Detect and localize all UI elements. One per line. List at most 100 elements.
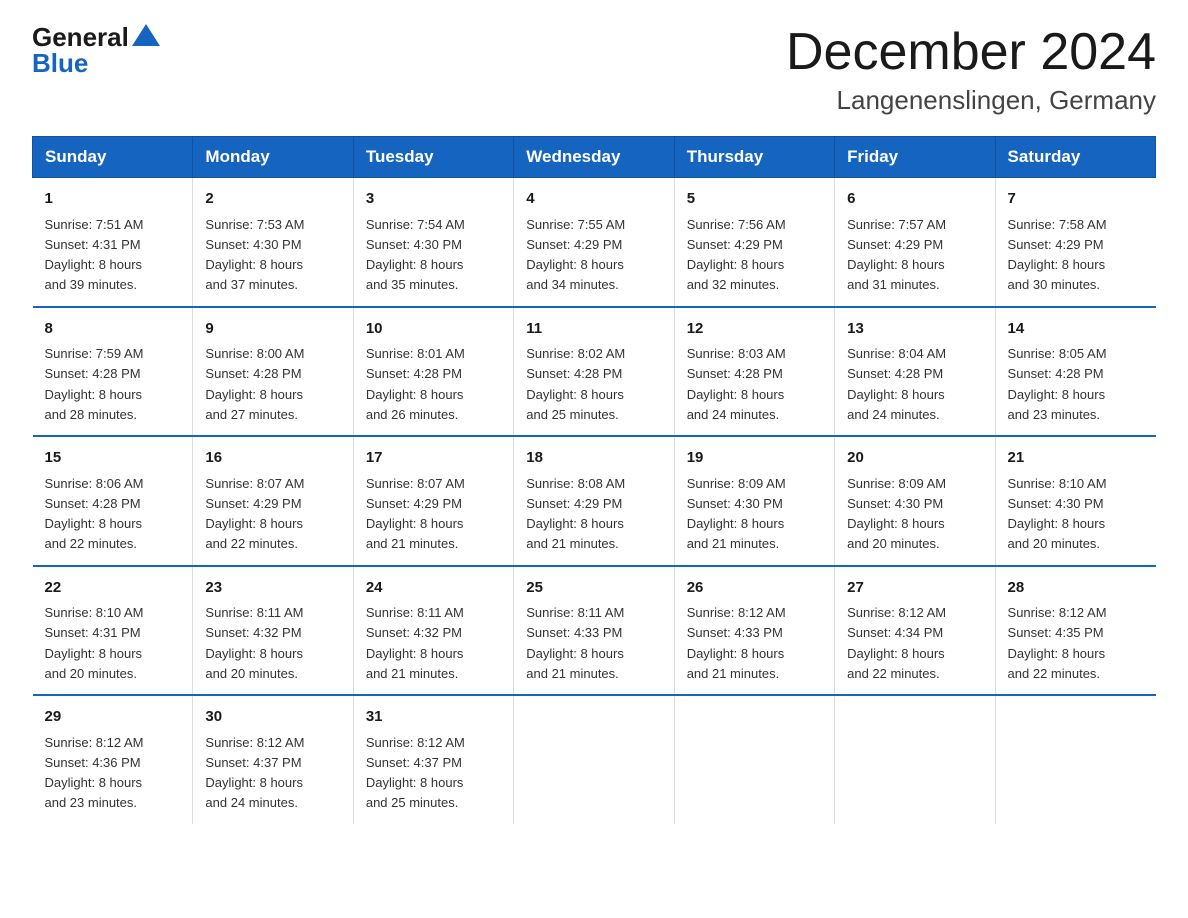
col-header-friday: Friday — [835, 137, 995, 178]
calendar-cell: 11 Sunrise: 8:02 AMSunset: 4:28 PMDaylig… — [514, 307, 674, 437]
calendar-cell: 23 Sunrise: 8:11 AMSunset: 4:32 PMDaylig… — [193, 566, 353, 696]
day-number: 27 — [847, 577, 982, 600]
day-info: Sunrise: 8:01 AMSunset: 4:28 PMDaylight:… — [366, 346, 465, 422]
day-number: 2 — [205, 188, 340, 211]
day-info: Sunrise: 8:11 AMSunset: 4:32 PMDaylight:… — [366, 605, 464, 681]
calendar-cell: 6 Sunrise: 7:57 AMSunset: 4:29 PMDayligh… — [835, 178, 995, 307]
day-number: 31 — [366, 706, 501, 729]
logo-blue: Blue — [32, 50, 160, 76]
calendar-week-row: 29 Sunrise: 8:12 AMSunset: 4:36 PMDaylig… — [33, 695, 1156, 824]
day-number: 25 — [526, 577, 661, 600]
day-number: 10 — [366, 318, 501, 341]
day-number: 18 — [526, 447, 661, 470]
calendar-week-row: 8 Sunrise: 7:59 AMSunset: 4:28 PMDayligh… — [33, 307, 1156, 437]
calendar-cell: 4 Sunrise: 7:55 AMSunset: 4:29 PMDayligh… — [514, 178, 674, 307]
calendar-cell: 19 Sunrise: 8:09 AMSunset: 4:30 PMDaylig… — [674, 436, 834, 566]
day-info: Sunrise: 8:03 AMSunset: 4:28 PMDaylight:… — [687, 346, 786, 422]
calendar-cell: 31 Sunrise: 8:12 AMSunset: 4:37 PMDaylig… — [353, 695, 513, 824]
day-number: 7 — [1008, 188, 1144, 211]
page-title: December 2024 — [786, 24, 1156, 81]
day-info: Sunrise: 8:12 AMSunset: 4:36 PMDaylight:… — [45, 735, 144, 811]
day-number: 11 — [526, 318, 661, 341]
calendar-cell: 9 Sunrise: 8:00 AMSunset: 4:28 PMDayligh… — [193, 307, 353, 437]
col-header-saturday: Saturday — [995, 137, 1155, 178]
day-number: 12 — [687, 318, 822, 341]
day-number: 24 — [366, 577, 501, 600]
day-info: Sunrise: 7:54 AMSunset: 4:30 PMDaylight:… — [366, 217, 465, 293]
day-number: 1 — [45, 188, 181, 211]
day-info: Sunrise: 8:11 AMSunset: 4:33 PMDaylight:… — [526, 605, 624, 681]
calendar-week-row: 1 Sunrise: 7:51 AMSunset: 4:31 PMDayligh… — [33, 178, 1156, 307]
day-number: 19 — [687, 447, 822, 470]
day-info: Sunrise: 7:58 AMSunset: 4:29 PMDaylight:… — [1008, 217, 1107, 293]
calendar-cell: 18 Sunrise: 8:08 AMSunset: 4:29 PMDaylig… — [514, 436, 674, 566]
calendar-cell: 12 Sunrise: 8:03 AMSunset: 4:28 PMDaylig… — [674, 307, 834, 437]
day-number: 21 — [1008, 447, 1144, 470]
day-info: Sunrise: 8:10 AMSunset: 4:30 PMDaylight:… — [1008, 476, 1107, 552]
day-number: 30 — [205, 706, 340, 729]
calendar-cell — [674, 695, 834, 824]
day-number: 22 — [45, 577, 181, 600]
col-header-monday: Monday — [193, 137, 353, 178]
day-number: 29 — [45, 706, 181, 729]
day-number: 16 — [205, 447, 340, 470]
calendar-cell: 7 Sunrise: 7:58 AMSunset: 4:29 PMDayligh… — [995, 178, 1155, 307]
logo-triangle-icon — [132, 24, 160, 46]
calendar-cell: 2 Sunrise: 7:53 AMSunset: 4:30 PMDayligh… — [193, 178, 353, 307]
day-info: Sunrise: 8:12 AMSunset: 4:33 PMDaylight:… — [687, 605, 786, 681]
calendar-cell: 1 Sunrise: 7:51 AMSunset: 4:31 PMDayligh… — [33, 178, 193, 307]
day-number: 8 — [45, 318, 181, 341]
day-info: Sunrise: 8:06 AMSunset: 4:28 PMDaylight:… — [45, 476, 144, 552]
calendar-cell: 24 Sunrise: 8:11 AMSunset: 4:32 PMDaylig… — [353, 566, 513, 696]
calendar-week-row: 22 Sunrise: 8:10 AMSunset: 4:31 PMDaylig… — [33, 566, 1156, 696]
day-info: Sunrise: 8:11 AMSunset: 4:32 PMDaylight:… — [205, 605, 303, 681]
calendar-cell: 25 Sunrise: 8:11 AMSunset: 4:33 PMDaylig… — [514, 566, 674, 696]
day-number: 15 — [45, 447, 181, 470]
calendar-table: SundayMondayTuesdayWednesdayThursdayFrid… — [32, 136, 1156, 824]
calendar-cell — [514, 695, 674, 824]
day-number: 4 — [526, 188, 661, 211]
logo-general: General — [32, 24, 129, 50]
day-info: Sunrise: 7:55 AMSunset: 4:29 PMDaylight:… — [526, 217, 625, 293]
calendar-cell: 21 Sunrise: 8:10 AMSunset: 4:30 PMDaylig… — [995, 436, 1155, 566]
day-info: Sunrise: 8:08 AMSunset: 4:29 PMDaylight:… — [526, 476, 625, 552]
day-number: 13 — [847, 318, 982, 341]
col-header-wednesday: Wednesday — [514, 137, 674, 178]
col-header-sunday: Sunday — [33, 137, 193, 178]
day-number: 20 — [847, 447, 982, 470]
day-number: 17 — [366, 447, 501, 470]
day-info: Sunrise: 8:05 AMSunset: 4:28 PMDaylight:… — [1008, 346, 1107, 422]
col-header-tuesday: Tuesday — [353, 137, 513, 178]
day-info: Sunrise: 8:12 AMSunset: 4:35 PMDaylight:… — [1008, 605, 1107, 681]
day-info: Sunrise: 8:09 AMSunset: 4:30 PMDaylight:… — [847, 476, 946, 552]
day-info: Sunrise: 8:07 AMSunset: 4:29 PMDaylight:… — [366, 476, 465, 552]
day-info: Sunrise: 8:12 AMSunset: 4:34 PMDaylight:… — [847, 605, 946, 681]
day-number: 14 — [1008, 318, 1144, 341]
calendar-cell: 22 Sunrise: 8:10 AMSunset: 4:31 PMDaylig… — [33, 566, 193, 696]
day-number: 26 — [687, 577, 822, 600]
title-block: December 2024 Langenenslingen, Germany — [786, 24, 1156, 116]
calendar-cell: 26 Sunrise: 8:12 AMSunset: 4:33 PMDaylig… — [674, 566, 834, 696]
calendar-cell: 16 Sunrise: 8:07 AMSunset: 4:29 PMDaylig… — [193, 436, 353, 566]
calendar-cell: 5 Sunrise: 7:56 AMSunset: 4:29 PMDayligh… — [674, 178, 834, 307]
day-info: Sunrise: 7:57 AMSunset: 4:29 PMDaylight:… — [847, 217, 946, 293]
day-info: Sunrise: 8:00 AMSunset: 4:28 PMDaylight:… — [205, 346, 304, 422]
day-info: Sunrise: 7:56 AMSunset: 4:29 PMDaylight:… — [687, 217, 786, 293]
calendar-cell — [835, 695, 995, 824]
day-info: Sunrise: 7:59 AMSunset: 4:28 PMDaylight:… — [45, 346, 144, 422]
day-number: 6 — [847, 188, 982, 211]
calendar-cell: 20 Sunrise: 8:09 AMSunset: 4:30 PMDaylig… — [835, 436, 995, 566]
calendar-cell — [995, 695, 1155, 824]
page-subtitle: Langenenslingen, Germany — [786, 85, 1156, 116]
day-info: Sunrise: 7:53 AMSunset: 4:30 PMDaylight:… — [205, 217, 304, 293]
day-info: Sunrise: 8:02 AMSunset: 4:28 PMDaylight:… — [526, 346, 625, 422]
page-header: General Blue December 2024 Langenensling… — [32, 24, 1156, 116]
logo: General Blue — [32, 24, 160, 76]
day-info: Sunrise: 8:12 AMSunset: 4:37 PMDaylight:… — [205, 735, 304, 811]
calendar-cell: 30 Sunrise: 8:12 AMSunset: 4:37 PMDaylig… — [193, 695, 353, 824]
day-info: Sunrise: 8:04 AMSunset: 4:28 PMDaylight:… — [847, 346, 946, 422]
calendar-cell: 13 Sunrise: 8:04 AMSunset: 4:28 PMDaylig… — [835, 307, 995, 437]
calendar-cell: 28 Sunrise: 8:12 AMSunset: 4:35 PMDaylig… — [995, 566, 1155, 696]
calendar-cell: 29 Sunrise: 8:12 AMSunset: 4:36 PMDaylig… — [33, 695, 193, 824]
calendar-cell: 14 Sunrise: 8:05 AMSunset: 4:28 PMDaylig… — [995, 307, 1155, 437]
